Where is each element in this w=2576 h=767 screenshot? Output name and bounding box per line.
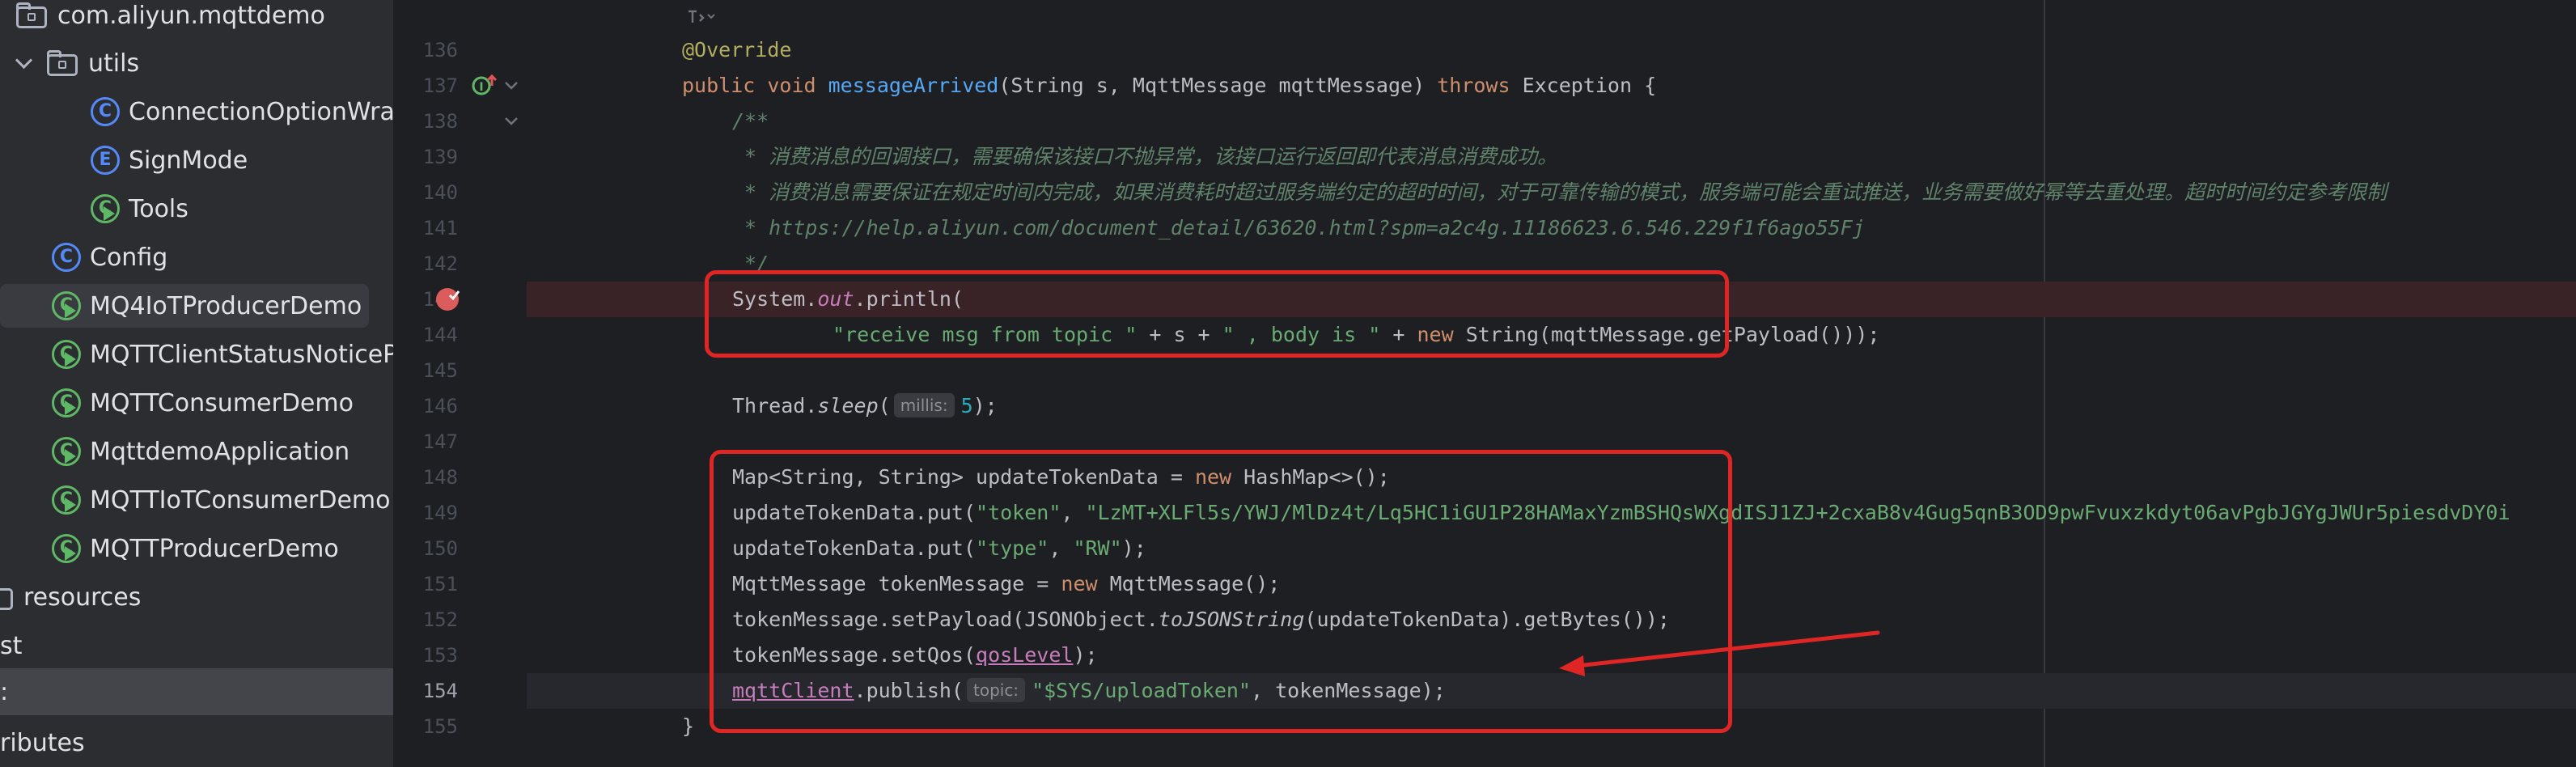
line-number: 136 <box>422 39 458 61</box>
line-number: 150 <box>422 537 458 560</box>
package-icon <box>47 50 79 76</box>
code-line-140[interactable]: * 消费消息需要保证在规定时间内完成，如果消费耗时超过服务端约定的超时时间，对于… <box>527 175 2576 210</box>
editor-gutter[interactable]: 136 137 138 139 140 141 142 143 144 145 … <box>393 0 527 767</box>
runnable-class-icon: C <box>52 291 81 320</box>
code-editor[interactable]: @Override public void messageArrived(Str… <box>527 0 2576 767</box>
fold-chevron-icon[interactable] <box>503 78 519 94</box>
line-number-current: 154 <box>422 680 458 702</box>
runnable-class-icon: C <box>52 340 81 369</box>
tree-item-class[interactable]: C Config <box>0 234 393 281</box>
line-number: 147 <box>422 430 458 453</box>
breakpoint-icon[interactable] <box>434 285 463 314</box>
runnable-class-icon: C <box>52 388 81 417</box>
line-number: 138 <box>422 110 458 133</box>
tree-item-class[interactable]: C MqttdemoApplication <box>0 428 393 475</box>
tree-item-selected[interactable]: C MQ4IoTProducerDemo <box>0 282 393 329</box>
parameter-hint: millis: <box>893 393 955 417</box>
line-number: 140 <box>422 181 458 204</box>
line-number: 149 <box>422 502 458 524</box>
line-number: 148 <box>422 466 458 489</box>
tree-item-class[interactable]: C Tools <box>0 185 393 232</box>
tree-item-enum[interactable]: E SignMode <box>0 137 393 184</box>
code-line-141[interactable]: * https://help.aliyun.com/document_detai… <box>527 210 2576 246</box>
tree-item-package[interactable]: com.aliyun.mqttdemo <box>0 0 393 39</box>
line-number: 137 <box>422 74 458 97</box>
package-icon <box>16 2 49 28</box>
fold-chevron-icon[interactable] <box>503 113 519 129</box>
code-line-146[interactable]: Thread.sleep(millis: 5); <box>527 388 2576 424</box>
tree-item-class[interactable]: C MQTTConsumerDemo <box>0 379 393 426</box>
tree-item-class[interactable]: C MQTTProducerDemo <box>0 525 393 572</box>
runnable-class-icon: C <box>52 534 81 563</box>
class-icon: C <box>52 243 81 272</box>
line-number: 144 <box>422 324 458 346</box>
code-line-145[interactable] <box>527 353 2576 388</box>
tree-item-partial-selected[interactable]: : <box>0 668 393 715</box>
override-method-icon[interactable]: I <box>471 73 498 99</box>
chevron-down-icon[interactable] <box>13 52 36 74</box>
line-number: 153 <box>422 644 458 667</box>
code-line-138[interactable]: /** <box>527 104 2576 139</box>
code-line-137[interactable]: public void messageArrived(String s, Mqt… <box>527 68 2576 104</box>
runnable-class-icon: C <box>91 194 120 223</box>
tree-item-class[interactable]: C MQTTClientStatusNoticeProcessDemo <box>0 331 393 378</box>
svg-text:I: I <box>479 81 483 94</box>
line-number: 146 <box>422 395 458 417</box>
annotation-box-println <box>705 270 1729 358</box>
inlay-hint-icon[interactable] <box>685 6 718 28</box>
tree-item-class[interactable]: C ConnectionOptionWrapper <box>0 88 393 135</box>
line-number: 152 <box>422 608 458 631</box>
tree-item-resources[interactable]: resources <box>0 574 393 621</box>
tree-item-class[interactable]: C MQTTIoTConsumerDemo <box>0 477 393 523</box>
line-number: 142 <box>422 252 458 275</box>
tree-item-partial[interactable]: ributes <box>0 719 393 766</box>
enum-icon: E <box>91 146 120 175</box>
runnable-class-icon: C <box>52 437 81 466</box>
folder-icon <box>0 584 15 610</box>
tree-item-utils[interactable]: utils <box>0 40 393 87</box>
code-line-136[interactable]: @Override <box>527 32 2576 68</box>
code-line-139[interactable]: * 消费消息的回调接口，需要确保该接口不抛异常，该接口运行返回即代表消息消费成功… <box>527 139 2576 175</box>
line-number: 145 <box>422 359 458 382</box>
line-number: 141 <box>422 217 458 239</box>
annotation-arrow <box>1559 630 1880 676</box>
tree-item-partial[interactable]: st <box>0 622 393 669</box>
class-icon: C <box>91 97 120 126</box>
project-tree: com.aliyun.mqttdemo utils C ConnectionOp… <box>0 0 393 767</box>
line-number: 139 <box>422 146 458 168</box>
runnable-class-icon: C <box>52 485 81 515</box>
line-number: 151 <box>422 573 458 595</box>
line-number: 155 <box>422 715 458 738</box>
